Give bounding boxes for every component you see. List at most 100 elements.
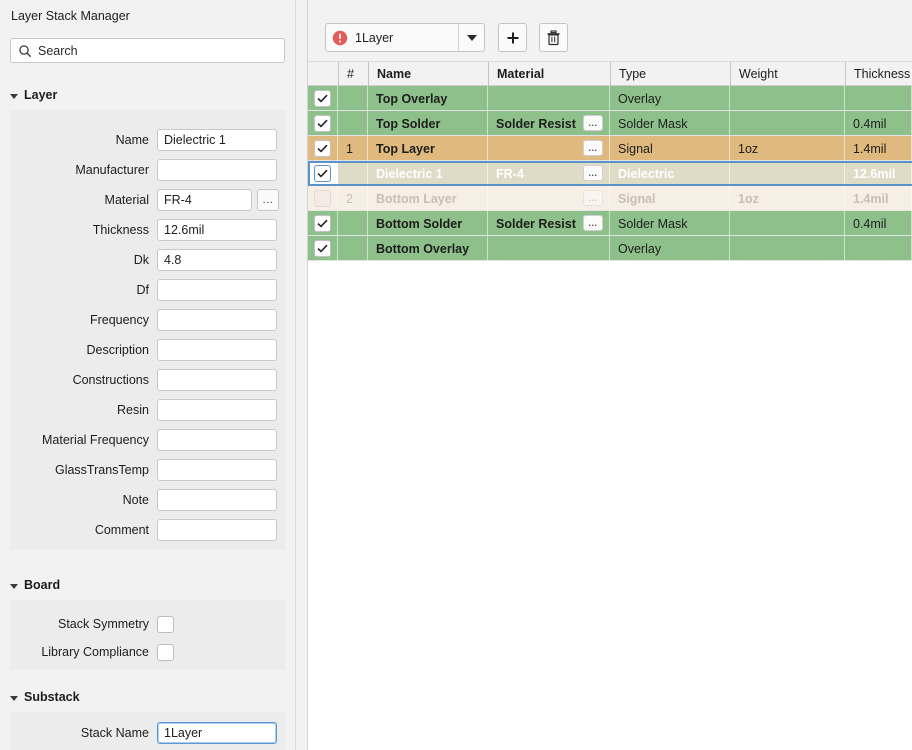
row-material-text: FR-4: [496, 166, 524, 181]
row-name[interactable]: Bottom Solder: [368, 211, 488, 236]
input-material-frequency[interactable]: [157, 429, 277, 451]
input-material[interactable]: FR-4: [157, 189, 252, 211]
checkbox-checked-icon[interactable]: [314, 115, 331, 132]
section-header-substack[interactable]: Substack: [10, 690, 80, 704]
row-material[interactable]: FR-4 ...: [488, 161, 610, 186]
row-weight[interactable]: [730, 236, 845, 261]
row-material[interactable]: [488, 86, 610, 111]
row-type[interactable]: Overlay: [610, 236, 730, 261]
panel-splitter[interactable]: [295, 0, 308, 750]
material-browse-button[interactable]: ...: [583, 140, 603, 156]
row-material[interactable]: [488, 236, 610, 261]
field-label-note: Note: [122, 493, 149, 507]
row-weight[interactable]: 1oz: [730, 136, 845, 161]
input-comment[interactable]: [157, 519, 277, 541]
row-name[interactable]: Bottom Layer: [368, 186, 488, 211]
checkbox-stack-symmetry[interactable]: [157, 615, 174, 633]
column-header-weight[interactable]: Weight: [730, 61, 845, 86]
row-checkbox-cell[interactable]: [308, 236, 338, 261]
section-header-board[interactable]: Board: [10, 578, 60, 592]
row-weight[interactable]: [730, 86, 845, 111]
input-thickness[interactable]: 12.6mil: [157, 219, 277, 241]
input-constructions[interactable]: [157, 369, 277, 391]
column-header-material[interactable]: Material: [488, 61, 610, 86]
checkbox-unchecked-icon[interactable]: [314, 190, 331, 207]
checkbox-checked-icon[interactable]: [314, 90, 331, 107]
checkbox-checked-icon[interactable]: [314, 140, 331, 157]
table-row[interactable]: 2 Bottom Layer ... Signal 1oz 1.4mil: [308, 186, 912, 211]
row-thickness[interactable]: 12.6mil: [845, 161, 912, 186]
row-thickness[interactable]: [845, 86, 912, 111]
row-weight[interactable]: 1oz: [730, 186, 845, 211]
row-weight[interactable]: [730, 111, 845, 136]
row-name[interactable]: Bottom Overlay: [368, 236, 488, 261]
row-checkbox-cell[interactable]: [308, 161, 338, 186]
row-number: [338, 211, 368, 236]
row-name[interactable]: Dielectric 1: [368, 161, 488, 186]
input-manufacturer[interactable]: [157, 159, 277, 181]
row-material[interactable]: Solder Resist ...: [488, 211, 610, 236]
row-checkbox-cell[interactable]: [308, 136, 338, 161]
table-row[interactable]: Bottom Solder Solder Resist ... Solder M…: [308, 211, 912, 236]
input-df[interactable]: [157, 279, 277, 301]
section-header-layer[interactable]: Layer: [10, 88, 57, 102]
row-thickness[interactable]: 0.4mil: [845, 211, 912, 236]
input-name[interactable]: Dielectric 1: [157, 129, 277, 151]
table-row[interactable]: Top Overlay Overlay: [308, 86, 912, 111]
row-type[interactable]: Solder Mask: [610, 211, 730, 236]
row-thickness[interactable]: 0.4mil: [845, 111, 912, 136]
input-note[interactable]: [157, 489, 277, 511]
search-input[interactable]: Search: [10, 38, 285, 63]
checkbox-checked-icon[interactable]: [314, 215, 331, 232]
input-frequency[interactable]: [157, 309, 277, 331]
input-stack-name[interactable]: 1Layer: [157, 722, 277, 744]
row-type[interactable]: Solder Mask: [610, 111, 730, 136]
material-browse-button[interactable]: ...: [257, 189, 279, 211]
checkbox-checked-icon[interactable]: [314, 165, 331, 182]
table-row[interactable]: Bottom Overlay Overlay: [308, 236, 912, 261]
material-browse-button[interactable]: ...: [583, 115, 603, 131]
row-material[interactable]: ...: [488, 136, 610, 161]
chevron-down-icon[interactable]: [458, 24, 484, 51]
row-thickness[interactable]: 1.4mil: [845, 186, 912, 211]
input-description[interactable]: [157, 339, 277, 361]
input-resin[interactable]: [157, 399, 277, 421]
checkbox-library-compliance[interactable]: [157, 643, 174, 661]
field-resin: Resin: [10, 399, 277, 421]
row-checkbox-cell[interactable]: [308, 211, 338, 236]
row-checkbox-cell[interactable]: [308, 186, 338, 211]
row-type[interactable]: Overlay: [610, 86, 730, 111]
checkbox-checked-icon[interactable]: [314, 240, 331, 257]
add-stack-button[interactable]: [498, 23, 527, 52]
column-header-thickness[interactable]: Thickness: [845, 61, 912, 86]
stack-select-combo[interactable]: 1Layer: [325, 23, 485, 52]
row-weight[interactable]: [730, 161, 845, 186]
row-checkbox-cell[interactable]: [308, 86, 338, 111]
column-header-type[interactable]: Type: [610, 61, 730, 86]
row-material[interactable]: ...: [488, 186, 610, 211]
row-thickness[interactable]: 1.4mil: [845, 136, 912, 161]
table-row[interactable]: Top Solder Solder Resist ... Solder Mask…: [308, 111, 912, 136]
row-type[interactable]: Signal: [610, 186, 730, 211]
table-row[interactable]: 1 Top Layer ... Signal 1oz 1.4mil: [308, 136, 912, 161]
row-name[interactable]: Top Overlay: [368, 86, 488, 111]
column-header-select[interactable]: [308, 62, 338, 86]
input-glass-trans-temp[interactable]: [157, 459, 277, 481]
column-header-name[interactable]: Name: [368, 61, 488, 86]
input-dk[interactable]: 4.8: [157, 249, 277, 271]
material-browse-button[interactable]: ...: [583, 215, 603, 231]
column-header-number[interactable]: #: [338, 61, 368, 86]
material-browse-button[interactable]: ...: [583, 190, 603, 206]
row-type[interactable]: Dielectric: [610, 161, 730, 186]
field-label-thickness: Thickness: [92, 223, 149, 237]
row-thickness[interactable]: [845, 236, 912, 261]
row-checkbox-cell[interactable]: [308, 111, 338, 136]
row-material[interactable]: Solder Resist ...: [488, 111, 610, 136]
table-row-selected[interactable]: Dielectric 1 FR-4 ... Dielectric 12.6mil: [308, 161, 912, 186]
row-name[interactable]: Top Solder: [368, 111, 488, 136]
row-type[interactable]: Signal: [610, 136, 730, 161]
row-name[interactable]: Top Layer: [368, 136, 488, 161]
row-weight[interactable]: [730, 211, 845, 236]
delete-stack-button[interactable]: [539, 23, 568, 52]
material-browse-button[interactable]: ...: [583, 165, 603, 181]
